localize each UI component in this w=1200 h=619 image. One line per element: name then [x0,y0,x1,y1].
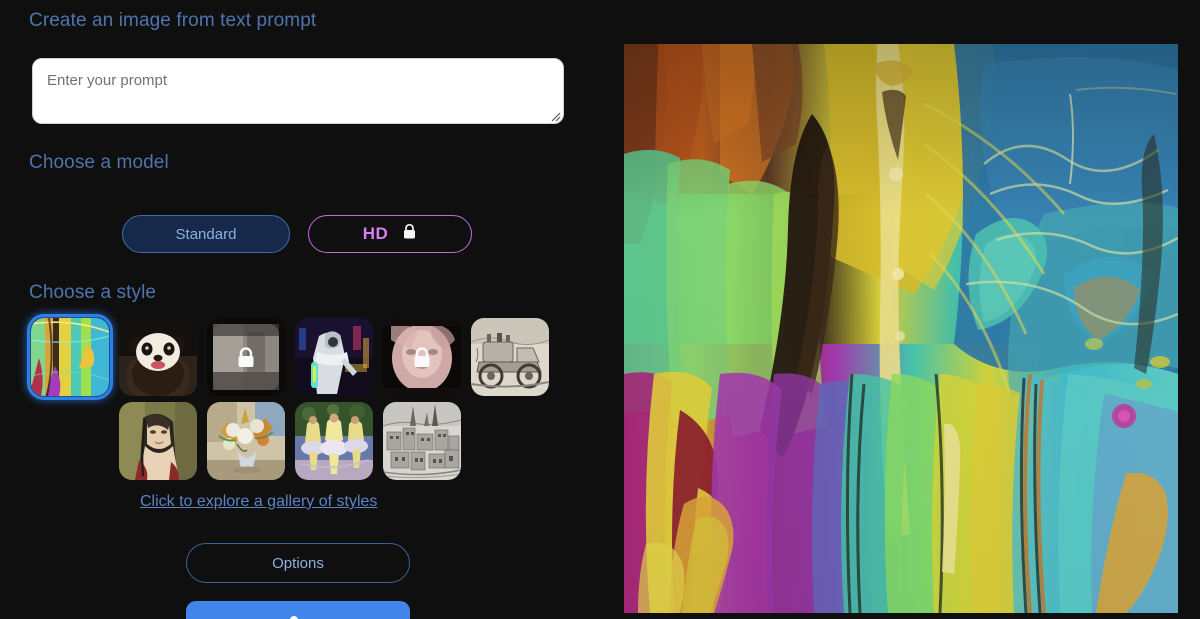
style-thumb-floral-still-life[interactable] [207,402,285,480]
prompt-input[interactable] [32,58,564,124]
model-selector: Standard HD [122,215,472,253]
sparkle-icon [286,612,302,619]
prompt-field-wrapper [32,58,564,124]
gallery-link[interactable]: Click to explore a gallery of styles [140,493,377,511]
lock-icon [402,223,417,245]
style-thumb-impressionist-ballet-dancers[interactable] [295,402,373,480]
lock-icon [409,344,435,370]
generated-image-preview[interactable] [624,44,1178,613]
page-title: Create an image from text prompt [29,10,317,31]
style-thumb-portrait-locked-style[interactable] [383,318,461,396]
generate-button[interactable] [186,601,410,619]
style-section-heading: Choose a style [29,282,157,303]
model-section-heading: Choose a model [29,152,169,173]
lock-icon [233,344,259,370]
model-option-standard-label: Standard [175,225,237,243]
model-option-hd-label: HD [362,224,389,243]
style-thumb-cyberpunk-mech[interactable] [295,318,373,396]
style-thumb-abstract-fluid-painting[interactable] [27,314,113,400]
options-button[interactable]: Options [186,543,410,583]
style-thumb-renaissance-portrait[interactable] [119,402,197,480]
style-grid-row-1 [27,314,549,400]
generated-image [624,44,1178,613]
model-option-standard[interactable]: Standard [122,215,290,253]
controls-panel: Create an image from text prompt Choose … [0,0,600,619]
style-thumb-pencil-cityscape-etching[interactable] [383,402,461,480]
style-grid-row-2 [119,402,461,480]
model-option-hd[interactable]: HD [308,215,472,253]
style-thumb-photoreal-panda[interactable] [119,318,197,396]
style-thumb-vintage-automobile-sketch[interactable] [471,318,549,396]
style-thumb-blurred-locked-style[interactable] [207,318,285,396]
